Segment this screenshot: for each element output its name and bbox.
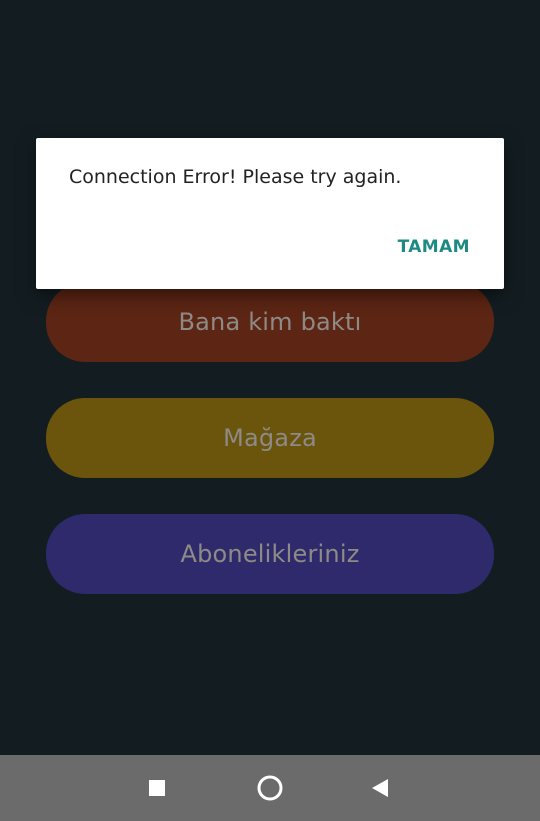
app-screen: Bana kim baktı Mağaza Abonelikleriniz Co… [0, 0, 540, 821]
dialog-scrim[interactable] [0, 0, 540, 755]
dialog-ok-button[interactable]: TAMAM [388, 232, 480, 262]
circle-icon [257, 775, 283, 801]
triangle-back-icon [372, 779, 388, 797]
navigation-bar [0, 755, 540, 821]
home-button[interactable] [240, 755, 300, 821]
dialog-message: Connection Error! Please try again. [69, 166, 402, 188]
error-dialog: Connection Error! Please try again. TAMA… [36, 138, 504, 289]
back-button[interactable] [350, 755, 410, 821]
square-icon [149, 780, 165, 796]
recents-button[interactable] [127, 755, 187, 821]
